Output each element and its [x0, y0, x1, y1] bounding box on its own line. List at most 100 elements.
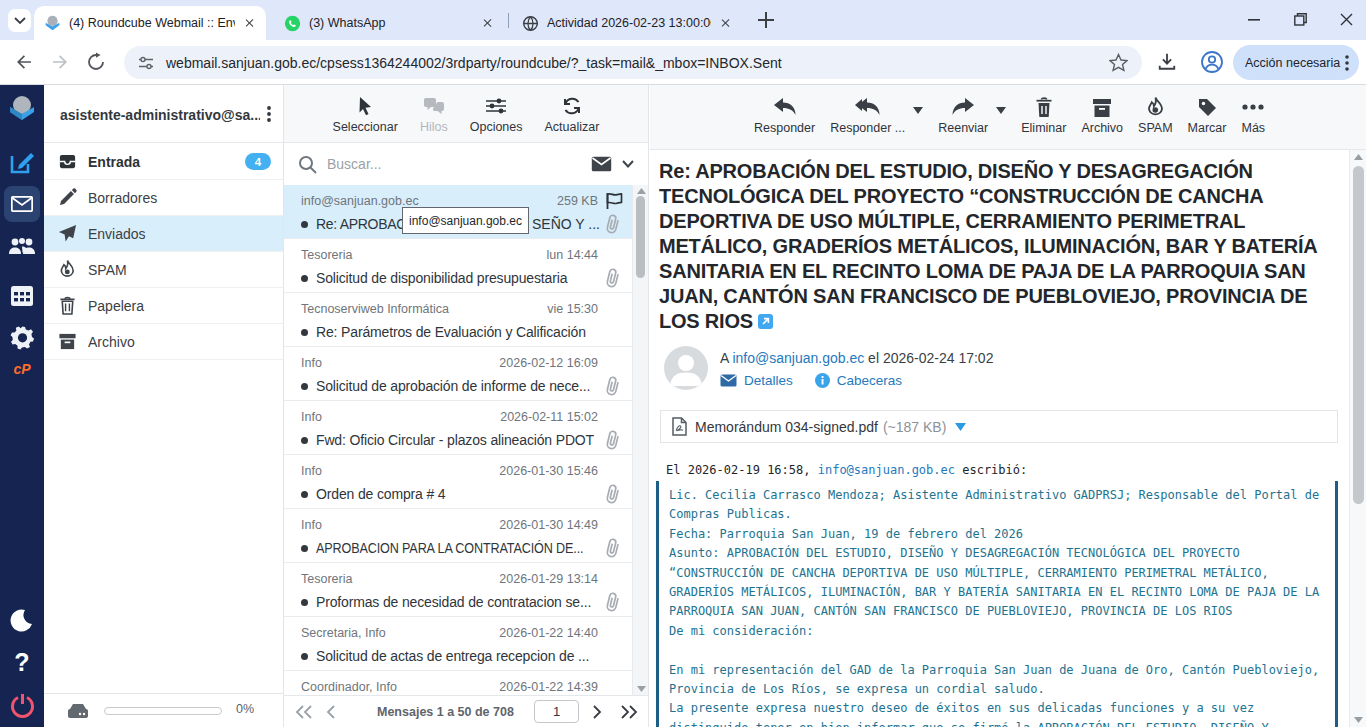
more-button[interactable]: Más [1241, 85, 1265, 149]
quote-line [669, 641, 1335, 660]
search-scope-chevron-icon[interactable] [622, 160, 634, 168]
tab-close-icon[interactable] [479, 15, 496, 32]
profile-avatar-icon[interactable] [1200, 50, 1224, 74]
chrome-action-needed-button[interactable]: Acción necesaria [1233, 45, 1359, 80]
archive-button[interactable]: Archivo [1081, 85, 1123, 149]
compose-icon[interactable] [0, 149, 44, 175]
settings-nav-icon[interactable] [0, 325, 44, 350]
message-row[interactable]: Info2026-02-12 16:09 Solicitud de aproba… [284, 347, 632, 401]
message-subject-header: Re: APROBACIÓN DEL ESTUDIO, DISEÑO Y DES… [659, 159, 1333, 334]
threads-icon [423, 97, 445, 116]
mark-button[interactable]: Marcar [1188, 85, 1227, 149]
bookmark-star-icon[interactable] [1109, 53, 1128, 72]
next-page-icon[interactable] [592, 705, 602, 719]
scroll-down-icon[interactable] [637, 686, 646, 692]
view-scroll-thumb[interactable] [1353, 166, 1364, 504]
folder-borradores[interactable]: Borradores [44, 180, 283, 216]
unread-dot [301, 653, 308, 660]
scroll-down-icon[interactable] [1354, 717, 1363, 723]
pencil-icon [58, 188, 77, 207]
folder-papelera[interactable]: Papelera [44, 288, 283, 324]
logout-icon[interactable] [0, 693, 44, 718]
prev-page-icon[interactable] [326, 705, 336, 719]
browser-menu-icon[interactable] [1345, 55, 1349, 71]
tab-actividad[interactable]: Actividad 2026-02-23 13:00:00 [512, 6, 742, 40]
list-scroll-thumb[interactable] [636, 196, 645, 278]
quota-progress [104, 707, 222, 715]
tab-whatsapp[interactable]: (3) WhatsApp [274, 6, 504, 40]
minimize-button[interactable] [1234, 0, 1274, 38]
close-window-button[interactable] [1326, 0, 1366, 38]
message-row[interactable]: Info2026-02-11 15:02 Fwd: Oficio Circula… [284, 401, 632, 455]
message-view-panel: Responder Responder ... Reenviar Elimina… [650, 85, 1366, 727]
mail-filter-icon[interactable] [591, 156, 612, 172]
folder-label: SPAM [88, 262, 283, 278]
reply-all-button[interactable]: Responder ... [830, 85, 905, 149]
scroll-up-icon[interactable] [1354, 154, 1363, 160]
page-input[interactable]: 1 [534, 700, 579, 723]
cpanel-icon[interactable]: cP [0, 361, 44, 377]
details-envelope-icon [720, 374, 737, 387]
folder-spam[interactable]: SPAM [44, 252, 283, 288]
details-link[interactable]: Detalles [744, 373, 793, 388]
app-rail: cP ? [0, 85, 44, 727]
account-menu-icon[interactable] [267, 106, 271, 122]
spam-button[interactable]: SPAM [1138, 85, 1173, 149]
message-row[interactable]: Tesoreria2026-01-29 13:14 Proformas de n… [284, 563, 632, 617]
url-bar[interactable]: webmail.sanjuan.gob.ec/cpsess1364244002/… [124, 46, 1142, 79]
recipient-email-link[interactable]: info@sanjuan.gob.ec [732, 350, 864, 366]
tab-close-icon[interactable] [241, 15, 258, 32]
mail-nav-icon[interactable] [0, 186, 44, 222]
tab-search-button[interactable] [8, 9, 31, 32]
folder-label: Entrada [88, 154, 245, 170]
last-page-icon[interactable] [620, 705, 638, 719]
download-icon[interactable] [1157, 52, 1177, 72]
message-row[interactable]: Tecnoserviweb Informáticavie 15:30 Re: P… [284, 293, 632, 347]
first-page-icon[interactable] [295, 705, 313, 719]
sender-email-link[interactable]: info@sanjuan.gob.ec [818, 463, 955, 477]
message-row[interactable]: Info2026-01-30 15:46 Orden de compra # 4 [284, 455, 632, 509]
message-sender: Info [301, 356, 499, 370]
folder-enviados[interactable]: Enviados [44, 216, 283, 252]
headers-link[interactable]: Cabeceras [837, 373, 902, 388]
forward-button[interactable]: Reenviar [938, 85, 988, 149]
attachment-menu-icon[interactable] [955, 423, 966, 431]
options-button[interactable]: Opciones [470, 85, 523, 142]
message-sender: Info [301, 410, 500, 424]
tab-roundcube[interactable]: (4) Roundcube Webmail :: Envia [34, 6, 266, 40]
refresh-button[interactable]: Actualizar [545, 85, 600, 142]
calendar-nav-icon[interactable] [0, 283, 44, 307]
reload-button[interactable] [86, 52, 106, 72]
delete-button[interactable]: Eliminar [1021, 85, 1066, 149]
contacts-nav-icon[interactable] [0, 237, 44, 257]
forward-button[interactable] [50, 52, 70, 72]
back-button[interactable] [14, 52, 34, 72]
scroll-up-icon[interactable] [637, 188, 646, 194]
threads-button[interactable]: Hilos [420, 85, 448, 142]
reply-button[interactable]: Responder [754, 85, 815, 149]
help-icon[interactable]: ? [0, 648, 44, 677]
folder-entrada[interactable]: Entrada 4 [44, 144, 283, 180]
reply-all-menu-icon[interactable] [913, 107, 923, 114]
dark-mode-icon[interactable] [0, 608, 44, 632]
message-row[interactable]: Secretaria, Info2026-01-22 14:40 Solicit… [284, 617, 632, 671]
message-row[interactable]: Info2026-01-30 14:49 APROBACION PARA LA … [284, 509, 632, 563]
view-scrollbar[interactable] [1349, 150, 1366, 727]
quote-line: GRADERÍOS METÁLICOS, ILUMINACIÓN, BAR Y … [669, 583, 1335, 602]
attachment-icon [604, 214, 622, 234]
folder-archivo[interactable]: Archivo [44, 324, 283, 360]
select-button[interactable]: Seleccionar [333, 85, 398, 142]
new-tab-button[interactable] [757, 11, 775, 29]
search-bar[interactable]: Buscar... [284, 143, 648, 185]
attachment-item[interactable]: Memorándum 034-signed.pdf (~187 KB) [660, 410, 1338, 443]
restore-button[interactable] [1280, 0, 1320, 38]
message-row[interactable]: Tesorerialun 14:44 Solicitud de disponib… [284, 239, 632, 293]
tab-close-icon[interactable] [717, 15, 734, 32]
message-subject: Orden de compra # 4 [316, 486, 602, 502]
flag-icon[interactable] [605, 192, 624, 210]
forward-menu-icon[interactable] [996, 107, 1006, 114]
external-link-icon[interactable] [758, 314, 773, 329]
site-settings-icon[interactable] [138, 55, 154, 71]
list-scrollbar[interactable] [632, 185, 648, 695]
quote-line: La presente expresa nuestro deseo de éxi… [669, 699, 1335, 718]
